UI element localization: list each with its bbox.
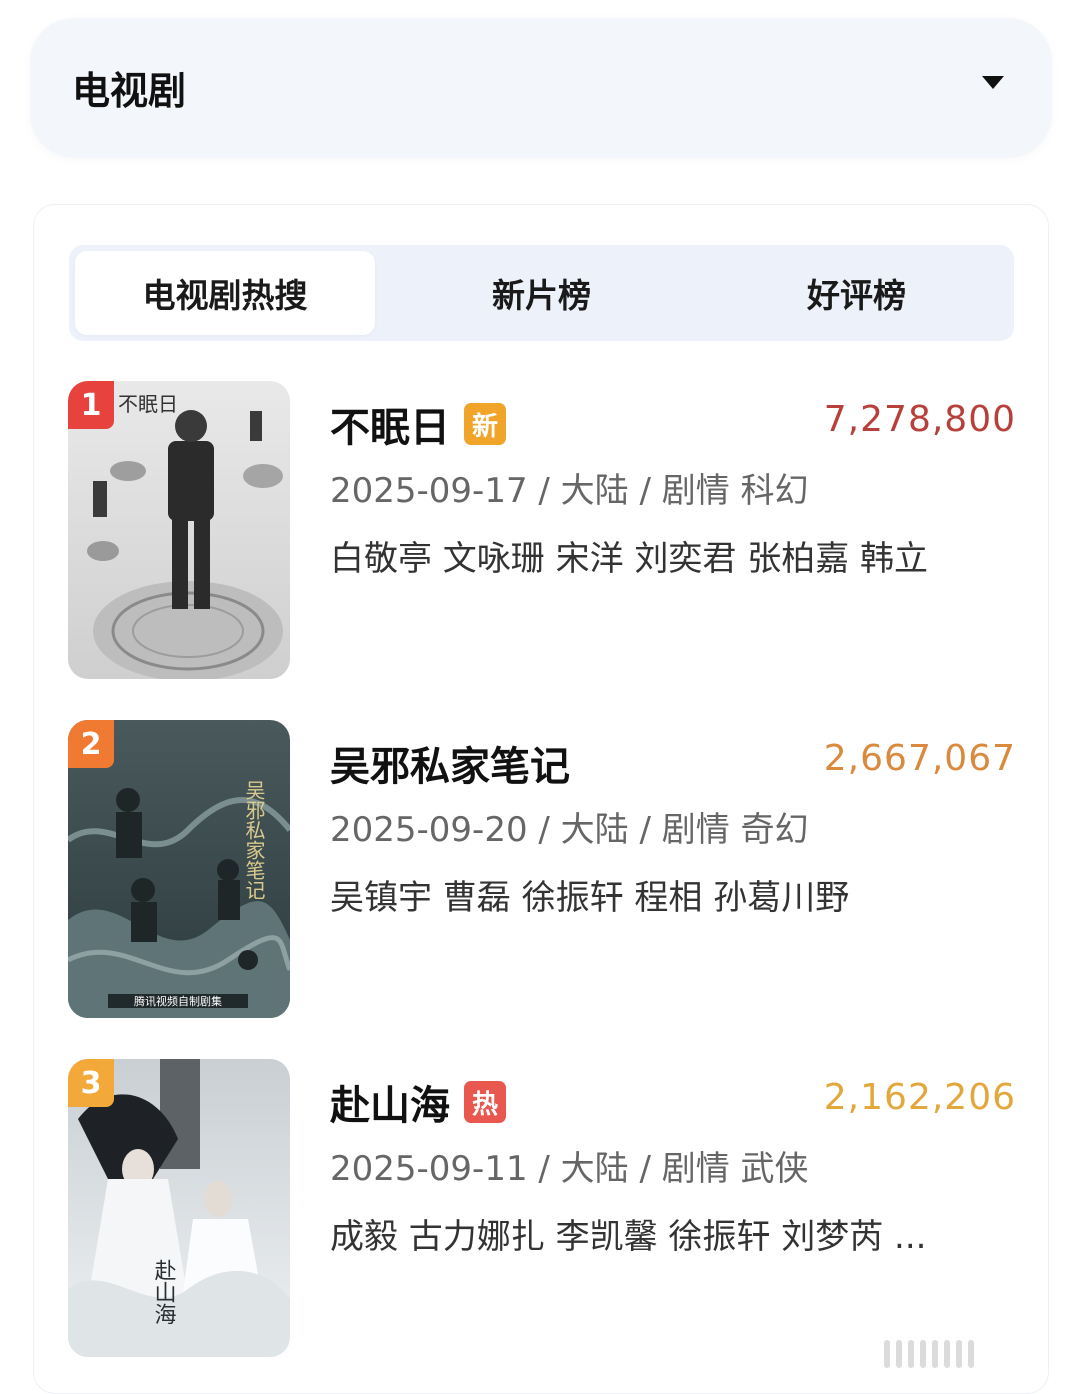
poster-image[interactable]: 不眠日 1	[68, 381, 290, 679]
new-badge: 新	[464, 403, 506, 445]
list-item[interactable]: 不眠日 1 不眠日 新 7,278,800 2025-09-17 / 大陆 / …	[68, 381, 1016, 681]
ranking-card: 电视剧热搜 新片榜 好评榜 不眠日 1 不眠日 新 7,278,800 2025…	[33, 204, 1049, 1394]
category-dropdown[interactable]: 电视剧	[30, 18, 1052, 158]
poster-image[interactable]: 赴山海 3	[68, 1059, 290, 1357]
show-cast: 成毅 古力娜扎 李凯馨 徐振轩 刘梦芮 ...	[330, 1217, 927, 1257]
show-meta: 2025-09-20 / 大陆 / 剧情 奇幻	[330, 810, 809, 850]
show-cast: 白敬亭 文咏珊 宋洋 刘奕君 张柏嘉 韩立	[330, 539, 929, 579]
poster-text: 吴邪私家笔记	[242, 780, 266, 900]
category-label: 电视剧	[72, 69, 187, 113]
poster-image[interactable]: 腾讯视频自制剧集 吴邪私家笔记 2	[68, 720, 290, 1018]
home-indicator	[884, 1340, 1064, 1368]
show-title-text: 不眠日	[330, 405, 450, 451]
rank-badge: 2	[68, 720, 114, 768]
show-title[interactable]: 不眠日 新	[330, 395, 506, 453]
heat-score: 2,667,067	[823, 738, 1016, 779]
show-meta: 2025-09-11 / 大陆 / 剧情 武侠	[330, 1149, 809, 1189]
show-title-text: 赴山海	[330, 1083, 450, 1129]
heat-score: 2,162,206	[823, 1077, 1016, 1118]
chevron-down-icon[interactable]	[982, 76, 1004, 89]
rank-badge: 3	[68, 1059, 114, 1107]
show-title[interactable]: 赴山海 热	[330, 1073, 506, 1131]
list-item[interactable]: 赴山海 3 赴山海 热 2,162,206 2025-09-11 / 大陆 / …	[68, 1059, 1016, 1359]
rank-badge: 1	[68, 381, 114, 429]
show-title-text: 吴邪私家笔记	[330, 744, 570, 790]
ranking-tabs: 电视剧热搜 新片榜 好评榜	[69, 245, 1014, 341]
tab-top-rated[interactable]: 好评榜	[699, 245, 1014, 341]
poster-text: 不眠日	[118, 392, 178, 416]
list-item[interactable]: 腾讯视频自制剧集 吴邪私家笔记 2 吴邪私家笔记 2,667,067 2025-…	[68, 720, 1016, 1020]
tab-new-releases[interactable]: 新片榜	[384, 245, 699, 341]
show-title[interactable]: 吴邪私家笔记	[330, 734, 570, 792]
hot-badge: 热	[464, 1081, 506, 1123]
tab-tv-hot-search[interactable]: 电视剧热搜	[75, 251, 375, 335]
show-meta: 2025-09-17 / 大陆 / 剧情 科幻	[330, 471, 809, 511]
poster-caption: 腾讯视频自制剧集	[134, 994, 222, 1008]
heat-score: 7,278,800	[823, 399, 1016, 440]
poster-text: 赴山海	[151, 1259, 177, 1325]
show-cast: 吴镇宇 曹磊 徐振轩 程相 孙葛川野	[330, 878, 850, 918]
